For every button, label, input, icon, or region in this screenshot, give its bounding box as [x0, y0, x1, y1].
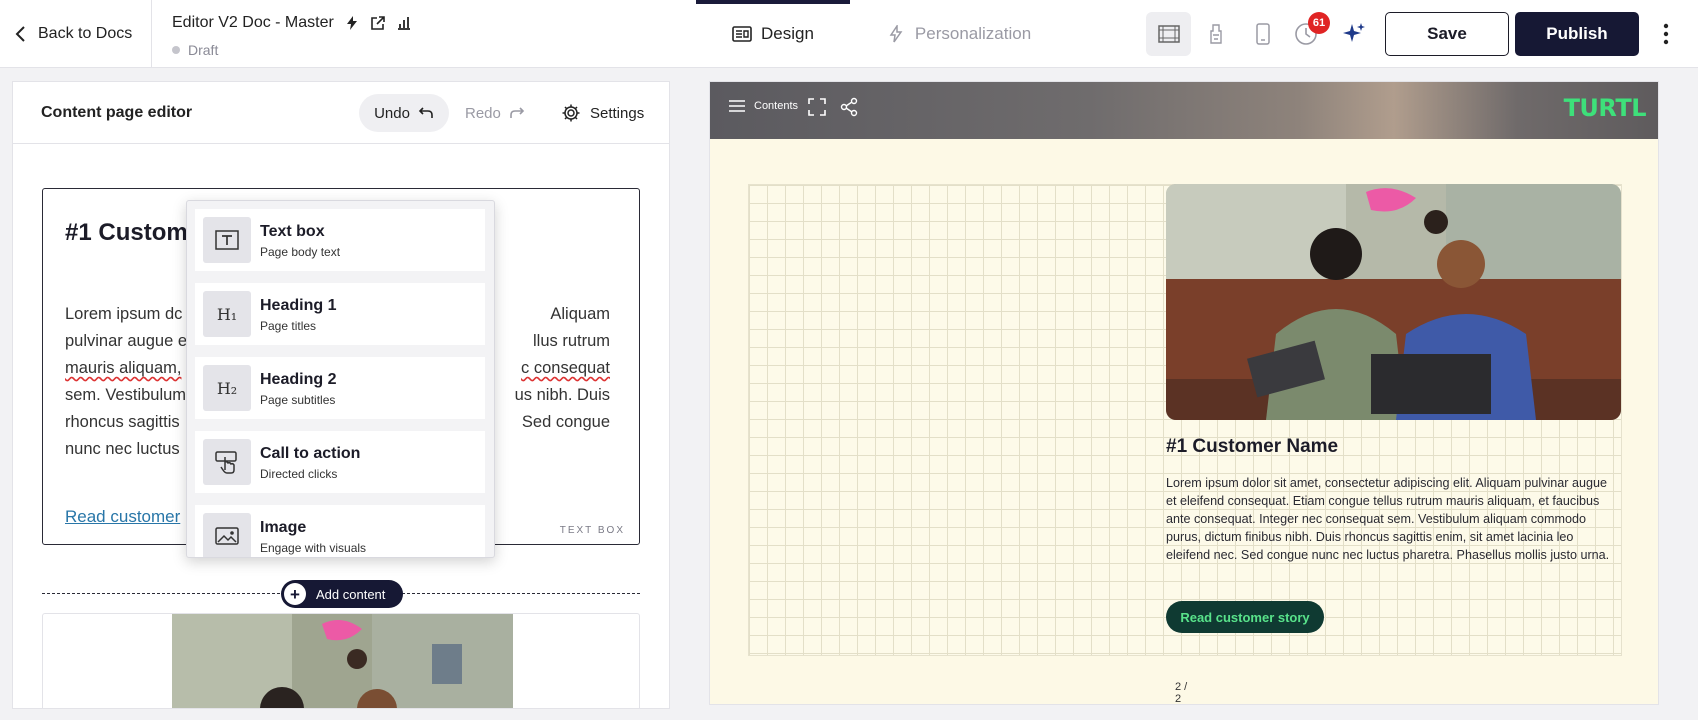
hamburger-icon: [729, 100, 745, 112]
menu-item-subtitle: Page subtitles: [260, 393, 336, 407]
read-customer-link[interactable]: Read customer: [65, 507, 180, 527]
body-line-right: Aliquam: [550, 305, 610, 323]
undo-label: Undo: [374, 104, 410, 122]
mobile-view-icon: [1255, 23, 1270, 45]
share-icon[interactable]: [840, 97, 858, 117]
back-to-docs-button[interactable]: Back to Docs: [14, 22, 132, 46]
device-switcher: [1146, 12, 1285, 56]
read-customer-story-button[interactable]: Read customer story: [1166, 601, 1324, 633]
desktop-view-icon: [1157, 25, 1180, 43]
tablet-view-button[interactable]: [1193, 12, 1238, 56]
doc-status-label: Draft: [188, 42, 219, 58]
page-preview: Contents TURTL #1 Customer Name Lorem ip…: [709, 81, 1659, 705]
text-box-icon: [203, 217, 251, 263]
body-line-left: Lorem ipsum dc: [65, 305, 183, 323]
doc-title-row: Editor V2 Doc - Master: [172, 14, 412, 32]
image-icon: [203, 513, 251, 557]
sparkle-icon[interactable]: [1340, 20, 1368, 48]
save-button[interactable]: Save: [1385, 12, 1509, 56]
heading-1-icon: H₁: [203, 291, 251, 337]
doc-title: Editor V2 Doc - Master: [172, 14, 334, 31]
gear-icon: [562, 104, 580, 122]
menu-item-call-to-action[interactable]: Call to action Directed clicks: [195, 431, 485, 493]
external-link-icon[interactable]: [370, 15, 386, 31]
chevron-left-icon: [15, 26, 25, 42]
tab-design-label: Design: [761, 24, 814, 43]
publish-button[interactable]: Publish: [1515, 12, 1639, 56]
doc-status: Draft: [172, 42, 218, 58]
tablet-view-icon: [1209, 24, 1222, 44]
image-block[interactable]: [42, 613, 640, 708]
menu-item-heading-1[interactable]: H₁ Heading 1 Page titles: [195, 283, 485, 345]
back-to-docs-label: Back to Docs: [38, 25, 133, 42]
tab-personalization[interactable]: Personalization: [850, 0, 1067, 68]
menu-item-title: Text box: [260, 223, 325, 240]
fullscreen-icon[interactable]: [808, 98, 826, 116]
menu-item-heading-2[interactable]: H₂ Heading 2 Page subtitles: [195, 357, 485, 419]
bar-chart-icon[interactable]: [396, 15, 412, 31]
tab-design[interactable]: Design: [696, 0, 850, 68]
turtl-logo: TURTL: [1563, 94, 1647, 122]
settings-button[interactable]: Settings: [561, 94, 644, 132]
heading-1-glyph: H₁: [216, 304, 238, 324]
menu-item-subtitle: Engage with visuals: [260, 541, 367, 555]
body-line-right: us nibh. Duis: [514, 386, 610, 404]
body-line-left: sem. Vestibulum: [65, 386, 187, 404]
settings-label: Settings: [590, 104, 645, 122]
menu-item-subtitle: Page body text: [260, 245, 341, 259]
menu-item-image[interactable]: Image Engage with visuals: [195, 505, 485, 557]
kebab-icon[interactable]: [1660, 20, 1672, 48]
body-line-left: pulvinar augue e: [65, 332, 188, 350]
undo-button[interactable]: Undo: [359, 94, 449, 132]
contents-menu-button[interactable]: Contents: [728, 98, 798, 114]
notification-badge: 61: [1308, 12, 1330, 34]
office-photo-thumbnail: [172, 614, 513, 708]
add-content-button[interactable]: + Add content: [281, 580, 403, 608]
bolt-icon: [889, 25, 903, 43]
body-line-right: c consequat: [521, 359, 610, 377]
redo-icon: [510, 107, 524, 118]
top-bar: Back to Docs Editor V2 Doc - Master Draf…: [0, 0, 1698, 68]
heading-2-icon: H₂: [203, 365, 251, 411]
undo-icon: [418, 107, 433, 118]
mobile-view-button[interactable]: [1240, 12, 1285, 56]
desktop-view-button[interactable]: [1146, 12, 1191, 56]
mode-tabs: Design Personalization: [696, 0, 1067, 68]
page-indicator: 2 / 2: [1175, 681, 1188, 705]
menu-item-subtitle: Page titles: [260, 319, 317, 333]
divider: [151, 0, 152, 68]
redo-button[interactable]: Redo: [465, 94, 535, 132]
plus-icon: +: [284, 583, 306, 605]
menu-item-subtitle: Directed clicks: [260, 467, 338, 481]
menu-item-title: Call to action: [260, 445, 361, 462]
body-line-left: rhoncus sagittis: [65, 413, 180, 431]
body-line-left: nunc nec luctus: [65, 440, 180, 458]
status-dot-icon: [172, 46, 180, 54]
preview-header: Contents TURTL: [710, 82, 1658, 139]
body-line-left: mauris aliquam,: [65, 359, 182, 377]
cta-pointer-icon: [203, 439, 251, 485]
bolt-icon[interactable]: [344, 15, 360, 31]
body-line-right: Sed congue: [521, 413, 610, 431]
add-content-label: Add content: [316, 586, 386, 602]
menu-item-title: Image: [260, 519, 307, 536]
add-content-menu: Text box Page body text H₁ Heading 1 Pag…: [186, 200, 495, 558]
block-type-label: TEXT BOX: [559, 525, 625, 536]
customer-body-text: Lorem ipsum dolor sit amet, consectetur …: [1166, 476, 1610, 562]
heading-2-glyph: H₂: [216, 378, 238, 398]
block-heading[interactable]: #1 Custome: [65, 219, 201, 247]
redo-label: Redo: [465, 104, 501, 122]
menu-item-title: Heading 1: [260, 297, 337, 314]
editor-header: Content page editor Undo Redo Settings: [13, 82, 669, 144]
menu-item-text-box[interactable]: Text box Page body text: [195, 209, 485, 271]
layout-icon: [732, 26, 752, 42]
body-line-right: llus rutrum: [532, 332, 610, 350]
contents-label: Contents: [754, 100, 799, 112]
customer-name-heading: #1 Customer Name: [1166, 436, 1339, 457]
menu-item-title: Heading 2: [260, 371, 337, 388]
tab-personalization-label: Personalization: [914, 24, 1032, 43]
customer-photo[interactable]: [1166, 184, 1621, 420]
editor-title: Content page editor: [41, 104, 193, 121]
